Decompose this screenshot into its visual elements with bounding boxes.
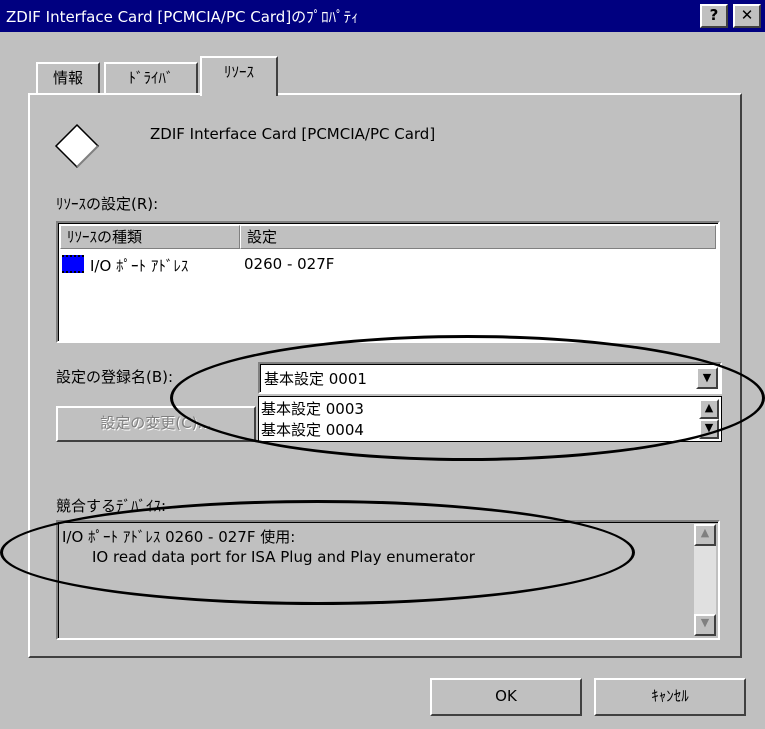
ok-button[interactable]: OK	[430, 678, 582, 716]
tab-resource-label: ﾘｿｰｽ	[223, 63, 254, 81]
tab-driver[interactable]: ﾄﾞﾗｲﾊﾞ	[104, 62, 198, 94]
diamond-icon	[54, 123, 100, 169]
tab-panel: ZDIF Interface Card [PCMCIA/PC Card] ﾘｿｰ…	[28, 93, 742, 658]
device-name: ZDIF Interface Card [PCMCIA/PC Card]	[150, 125, 436, 143]
ok-label: OK	[495, 687, 517, 705]
tab-driver-label: ﾄﾞﾗｲﾊﾞ	[128, 69, 174, 87]
cancel-button[interactable]: ｷｬﾝｾﾙ	[594, 678, 746, 716]
tab-info[interactable]: 情報	[36, 62, 100, 94]
resource-settings-label: ﾘｿｰｽの設定(R):	[56, 195, 159, 213]
help-button[interactable]: ?	[700, 4, 728, 28]
properties-dialog: ZDIF Interface Card [PCMCIA/PC Card]のﾌﾟﾛ…	[0, 0, 765, 729]
window-title: ZDIF Interface Card [PCMCIA/PC Card]のﾌﾟﾛ…	[6, 8, 359, 26]
tab-resource[interactable]: ﾘｿｰｽ	[200, 56, 278, 96]
cancel-label: ｷｬﾝｾﾙ	[651, 687, 689, 705]
close-button[interactable]: ✕	[733, 4, 761, 28]
tab-info-label: 情報	[52, 69, 83, 87]
title-bar[interactable]: ZDIF Interface Card [PCMCIA/PC Card]のﾌﾟﾛ…	[0, 0, 765, 32]
